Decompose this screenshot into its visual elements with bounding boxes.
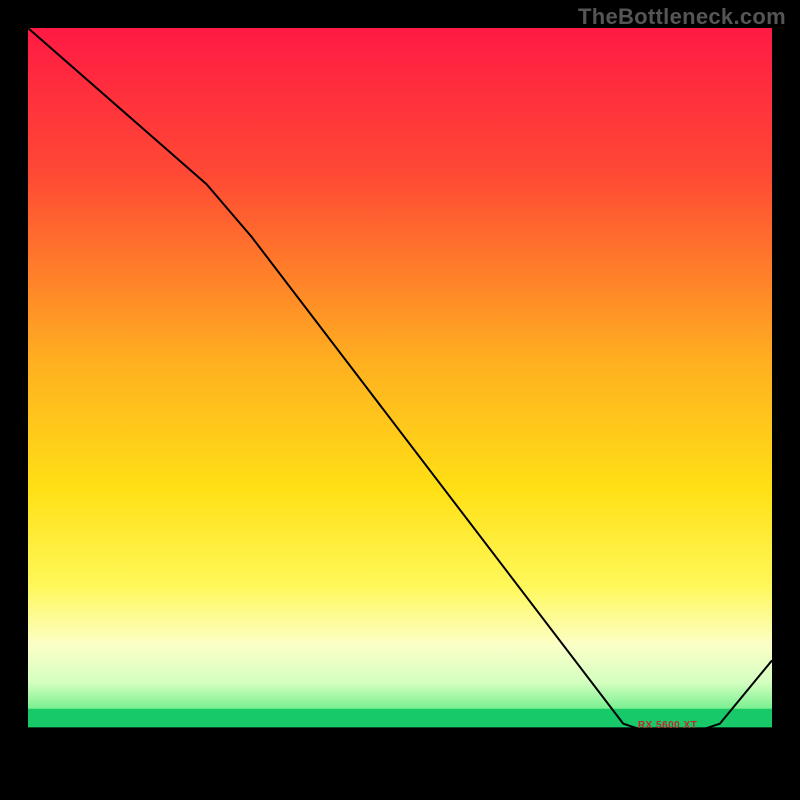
chart-svg [28,28,772,772]
watermark-text: TheBottleneck.com [578,4,786,30]
curve-annotation: RX 5600 XT [638,720,697,731]
gradient-background [28,28,772,772]
plot-area: RX 5600 XT [28,28,772,772]
chart-frame: TheBottleneck.com RX 5600 XT [0,0,800,800]
baseline-band [28,727,772,772]
